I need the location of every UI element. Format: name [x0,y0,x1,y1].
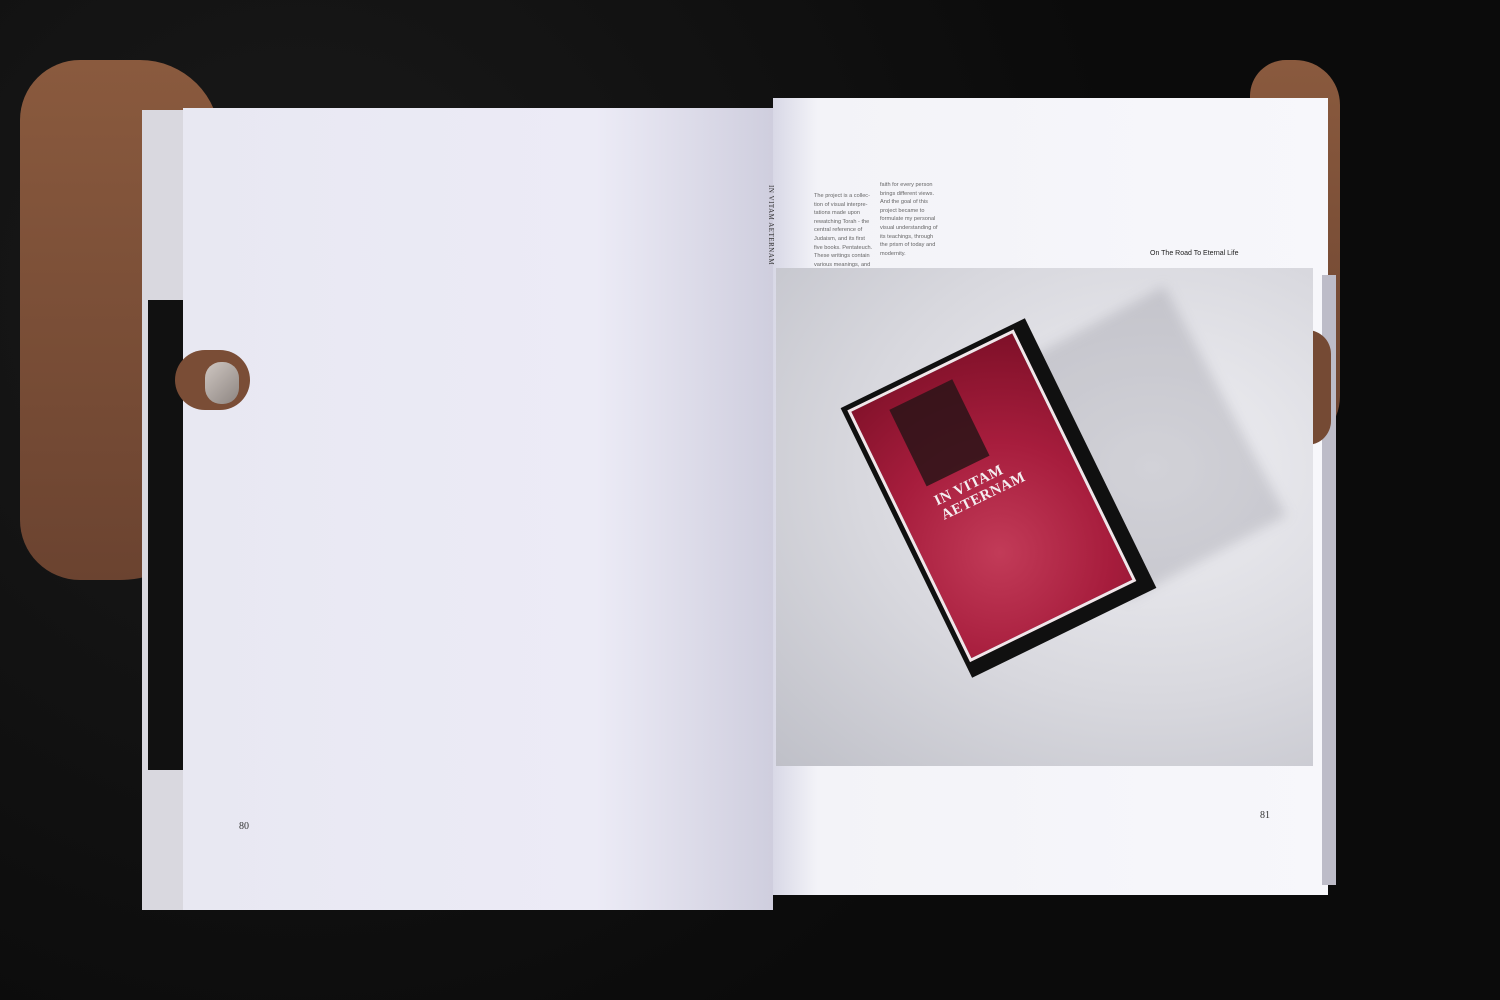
thumb-nail [205,362,239,404]
left-page-number: 80 [239,821,249,832]
body-text-column-1: The project is a collec- tion of visual … [814,193,873,268]
left-page [183,108,773,910]
spine-title: IN VITAM AETERNAM [767,185,775,266]
body-text-column-2: faith for every person brings different … [880,182,938,257]
booklet-photo: IN VITAM AETERNAM [776,268,1313,766]
cover-graphic [889,379,990,487]
right-page-number: 81 [1260,810,1270,821]
running-head: On The Road To Eternal Life [1150,250,1239,257]
